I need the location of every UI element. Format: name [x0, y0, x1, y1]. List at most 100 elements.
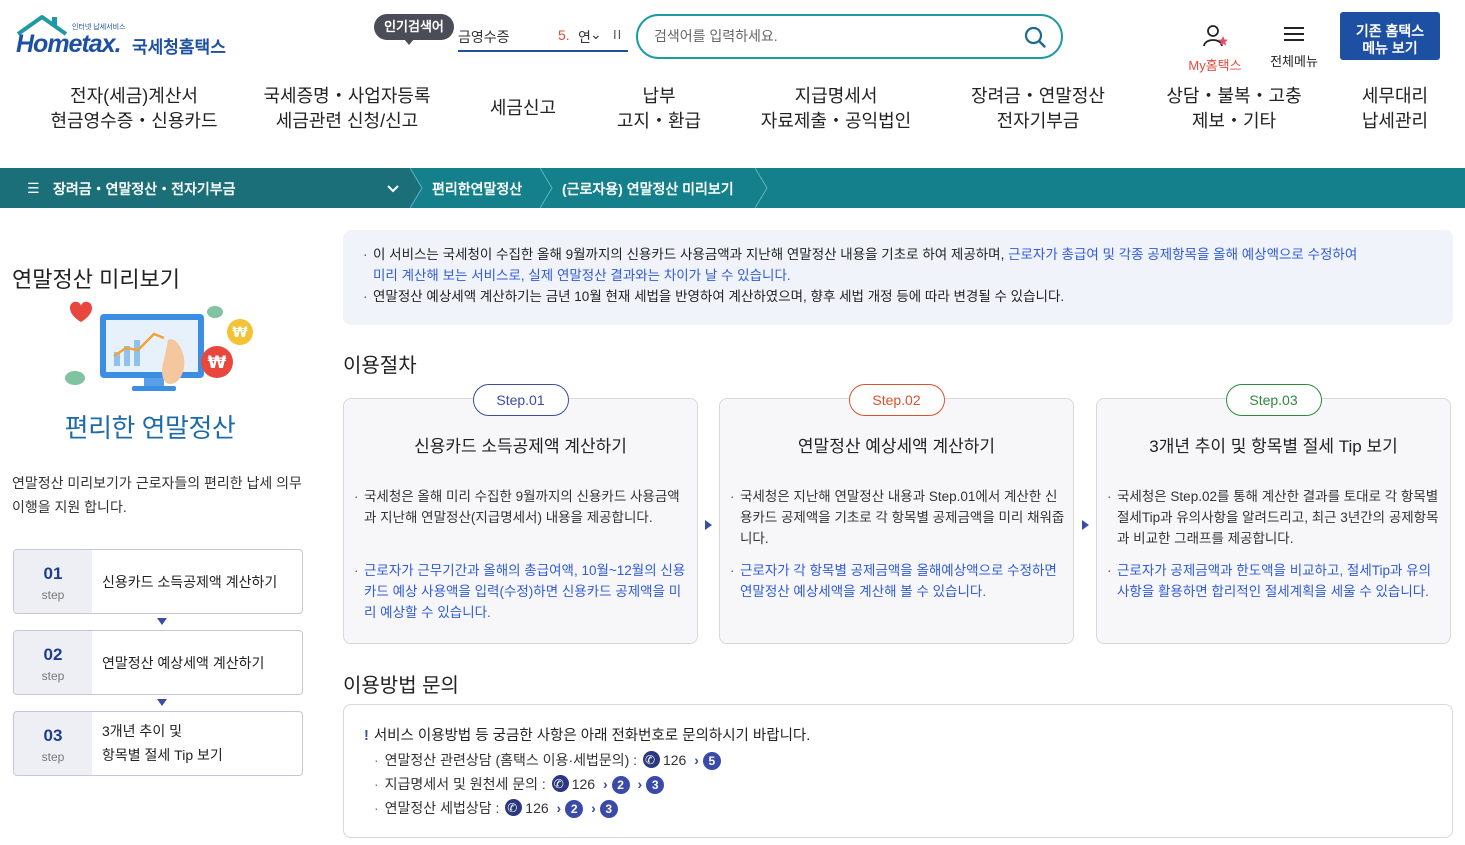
logo-brand-kr: 국세청홈택스	[132, 38, 226, 57]
procedure-step-title: 3개년 추이 및 항목별 절세 Tip 보기	[1149, 437, 1398, 456]
popular-term-next[interactable]: 연	[578, 27, 591, 47]
notice-line-2: 연말정산 예상세액 계산하기는 금년 10월 현재 세법을 반영하여 계산하였으…	[363, 286, 1433, 307]
step-text-line1: 3개년 추이 및	[102, 723, 182, 739]
page-title: 연말정산 미리보기	[12, 267, 181, 292]
notice-highlight-cont: 미리 계산해 보는 서비스로, 실제 연말정산 결과와는 차이가 날 수 있습니…	[373, 268, 791, 283]
nav-item-line1: 세금신고	[489, 98, 557, 118]
contact-title: 이용방법 문의	[343, 675, 459, 697]
bullet: ·	[374, 800, 379, 816]
logo-brand: Hometax.	[16, 30, 122, 58]
step-number-box: 03 step	[14, 712, 92, 775]
breadcrumb-category-dropdown[interactable]: ☰ 장려금・연말정산・전자기부금	[0, 168, 410, 208]
chevron-down-icon	[387, 185, 399, 193]
user-icon	[1203, 25, 1228, 47]
right-arrow-icon	[1082, 520, 1089, 530]
pause-icon[interactable]: II	[613, 27, 622, 42]
breadcrumb-item-convenient-year-end[interactable]: 편리한연말정산	[432, 179, 522, 199]
step-badge: Step.02	[848, 384, 945, 416]
bullet: ·	[374, 776, 379, 792]
my-hometax-label: My홈택스	[1188, 58, 1242, 73]
nav-item-line2: 전자기부금	[996, 111, 1080, 131]
chevron-right-icon: ›	[591, 800, 596, 816]
nav-item-payment[interactable]: 납부 고지・환급	[617, 84, 701, 134]
chevron-down-icon[interactable]: ⌄	[590, 26, 602, 43]
legacy-menu-button[interactable]: 기존 홈택스 메뉴 보기	[1340, 12, 1440, 60]
menu-number: 3	[646, 776, 665, 794]
nav-item-consultation[interactable]: 상담・불복・고충 제보・기타	[1166, 84, 1301, 134]
step-text-line2: 항목별 절세 Tip 보기	[102, 747, 223, 763]
all-menu-button[interactable]: 전체메뉴	[1264, 24, 1324, 70]
phone-icon	[642, 749, 660, 771]
step-text: 신용카드 소득공제액 계산하기	[102, 574, 278, 590]
search-input[interactable]	[654, 24, 1014, 48]
notice-highlight: 근로자가 총급여 및 각종 공제항목을 올해 예상액으로 수정하여	[1008, 247, 1358, 262]
procedure-step-01: Step.01 신용카드 소득공제액 계산하기 국세청은 올해 미리 수집한 9…	[343, 384, 698, 644]
notice-text: 이 서비스는 국세청이 수집한 올해 9월까지의 신용카드 사용금액과 지난해 …	[373, 247, 1009, 262]
year-end-illustration: ₩ ₩	[65, 301, 253, 391]
contact-row-withholding: ·지급명세서 및 원천세 문의 : 126 ›2 ›3	[374, 773, 665, 795]
procedure-step-text: 국세청은 올해 미리 수집한 9월까지의 신용카드 사용금액과 지난해 연말정산…	[354, 486, 690, 528]
step-number: 01	[43, 564, 63, 583]
header: 인터넷 납세서비스 Hometax. 국세청홈택스 인기검색어 금영수증 5. …	[0, 0, 1465, 74]
my-hometax-button[interactable]: My홈택스	[1183, 24, 1247, 74]
nav-item-certificate[interactable]: 국세증명・사업자등록 세금관련 신청/신고	[263, 84, 430, 134]
contact-heading-text: 서비스 이용방법 등 궁금한 사항은 아래 전화번호로 문의하시기 바랍니다.	[373, 728, 811, 744]
hamburger-menu-icon	[1284, 27, 1304, 41]
procedure-step-text: 국세청은 Step.02를 통해 계산한 결과를 토대로 각 항목별 절세Tip…	[1107, 486, 1443, 549]
breadcrumb-item-preview[interactable]: (근로자용) 연말정산 미리보기	[562, 179, 734, 199]
menu-icon: ☰	[27, 180, 40, 196]
breadcrumb-separator-icon	[410, 168, 423, 208]
notice-line-1: 이 서비스는 국세청이 수집한 올해 9월까지의 신용카드 사용금액과 지난해 …	[363, 244, 1433, 286]
down-arrow-icon	[157, 699, 167, 706]
chevron-right-icon: ›	[556, 800, 562, 816]
nav-item-line1: 전자(세금)계산서	[70, 86, 198, 106]
popular-term[interactable]: 금영수증	[458, 27, 510, 47]
phone-icon	[505, 797, 523, 819]
contact-label: 지급명세서 및 원천세 문의 :	[384, 776, 546, 792]
procedure-title: 이용절차	[343, 355, 417, 377]
nav-item-tax-filing[interactable]: 세금신고	[490, 96, 556, 121]
nav-item-line1: 세무대리	[1361, 86, 1429, 106]
popular-search-ticker[interactable]: 금영수증 5. 연 ⌄ II	[458, 24, 628, 52]
contact-phone: 126	[571, 776, 596, 792]
left-step-card-03[interactable]: 03 step 3개년 추이 및 항목별 절세 Tip 보기	[13, 711, 303, 776]
step-label: step	[41, 588, 65, 602]
service-notice: 이 서비스는 국세청이 수집한 올해 9월까지의 신용카드 사용금액과 지난해 …	[343, 230, 1453, 325]
step-number-box: 02 step	[14, 631, 92, 694]
nav-item-line2: 세금관련 신청/신고	[275, 111, 419, 131]
nav-item-year-end[interactable]: 장려금・연말정산 전자기부금	[971, 84, 1105, 134]
step-badge: Step.03	[1225, 384, 1322, 416]
search-box	[636, 14, 1063, 59]
procedure-step-highlight: 근로자가 각 항목별 공제금액을 올해예상액으로 수정하면 연말정산 예상세액을…	[730, 560, 1066, 602]
contact-row-year-end: · 연말정산 관련상담 (홈택스 이용·세법문의) : 126 ›5	[374, 749, 721, 771]
nav-item-line1: 국세증명・사업자등록	[263, 86, 431, 106]
down-arrow-icon	[157, 618, 167, 625]
chevron-right-icon: ›	[694, 752, 699, 768]
chevron-right-icon: ›	[602, 776, 608, 792]
procedure-step-highlight: 근로자가 공제금액과 한도액을 비교하고, 절세Tip과 유의사항을 활용하면 …	[1107, 560, 1443, 602]
left-step-card-01[interactable]: 01 step 신용카드 소득공제액 계산하기	[13, 549, 303, 614]
nav-item-line2: 납세관리	[1361, 111, 1429, 131]
breadcrumb-separator-icon	[540, 168, 553, 208]
menu-number: 2	[565, 800, 584, 818]
procedure-step-02: Step.02 연말정산 예상세액 계산하기 국세청은 지난해 연말정산 내용과…	[719, 384, 1074, 644]
breadcrumb-category-label: 장려금・연말정산・전자기부금	[53, 181, 236, 197]
contact-box: ! 서비스 이용방법 등 궁금한 사항은 아래 전화번호로 문의하시기 바랍니다.…	[343, 704, 1453, 838]
nav-item-line2: 고지・환급	[616, 111, 702, 131]
breadcrumb-separator-icon	[755, 168, 768, 208]
nav-item-tax-agent[interactable]: 세무대리 납세관리	[1362, 84, 1428, 134]
nav-item-line1: 상담・불복・고충	[1166, 86, 1302, 106]
all-menu-label: 전체메뉴	[1270, 54, 1318, 69]
hometax-logo[interactable]: 인터넷 납세서비스 Hometax. 국세청홈택스	[14, 12, 234, 58]
nav-item-e-invoice[interactable]: 전자(세금)계산서 현금영수증・신용카드	[50, 84, 217, 134]
procedure-step-03: Step.03 3개년 추이 및 항목별 절세 Tip 보기 국세청은 Step…	[1096, 384, 1451, 644]
left-step-card-02[interactable]: 02 step 연말정산 예상세액 계산하기	[13, 630, 303, 695]
contact-phone: 126	[525, 800, 549, 816]
main-navigation: 전자(세금)계산서 현금영수증・신용카드 국세증명・사업자등록 세금관련 신청/…	[0, 80, 1465, 150]
contact-row-tax-law: ·연말정산 세법상담 : 126 ›2 ›3	[374, 797, 618, 819]
nav-item-payment-statement[interactable]: 지급명세서 자료제출・공익법인	[761, 84, 911, 134]
exclamation-icon: !	[364, 728, 369, 744]
procedure-step-title: 신용카드 소득공제액 계산하기	[414, 437, 627, 456]
search-icon[interactable]	[1023, 25, 1047, 49]
nav-item-line2: 제보・기타	[1191, 111, 1277, 131]
